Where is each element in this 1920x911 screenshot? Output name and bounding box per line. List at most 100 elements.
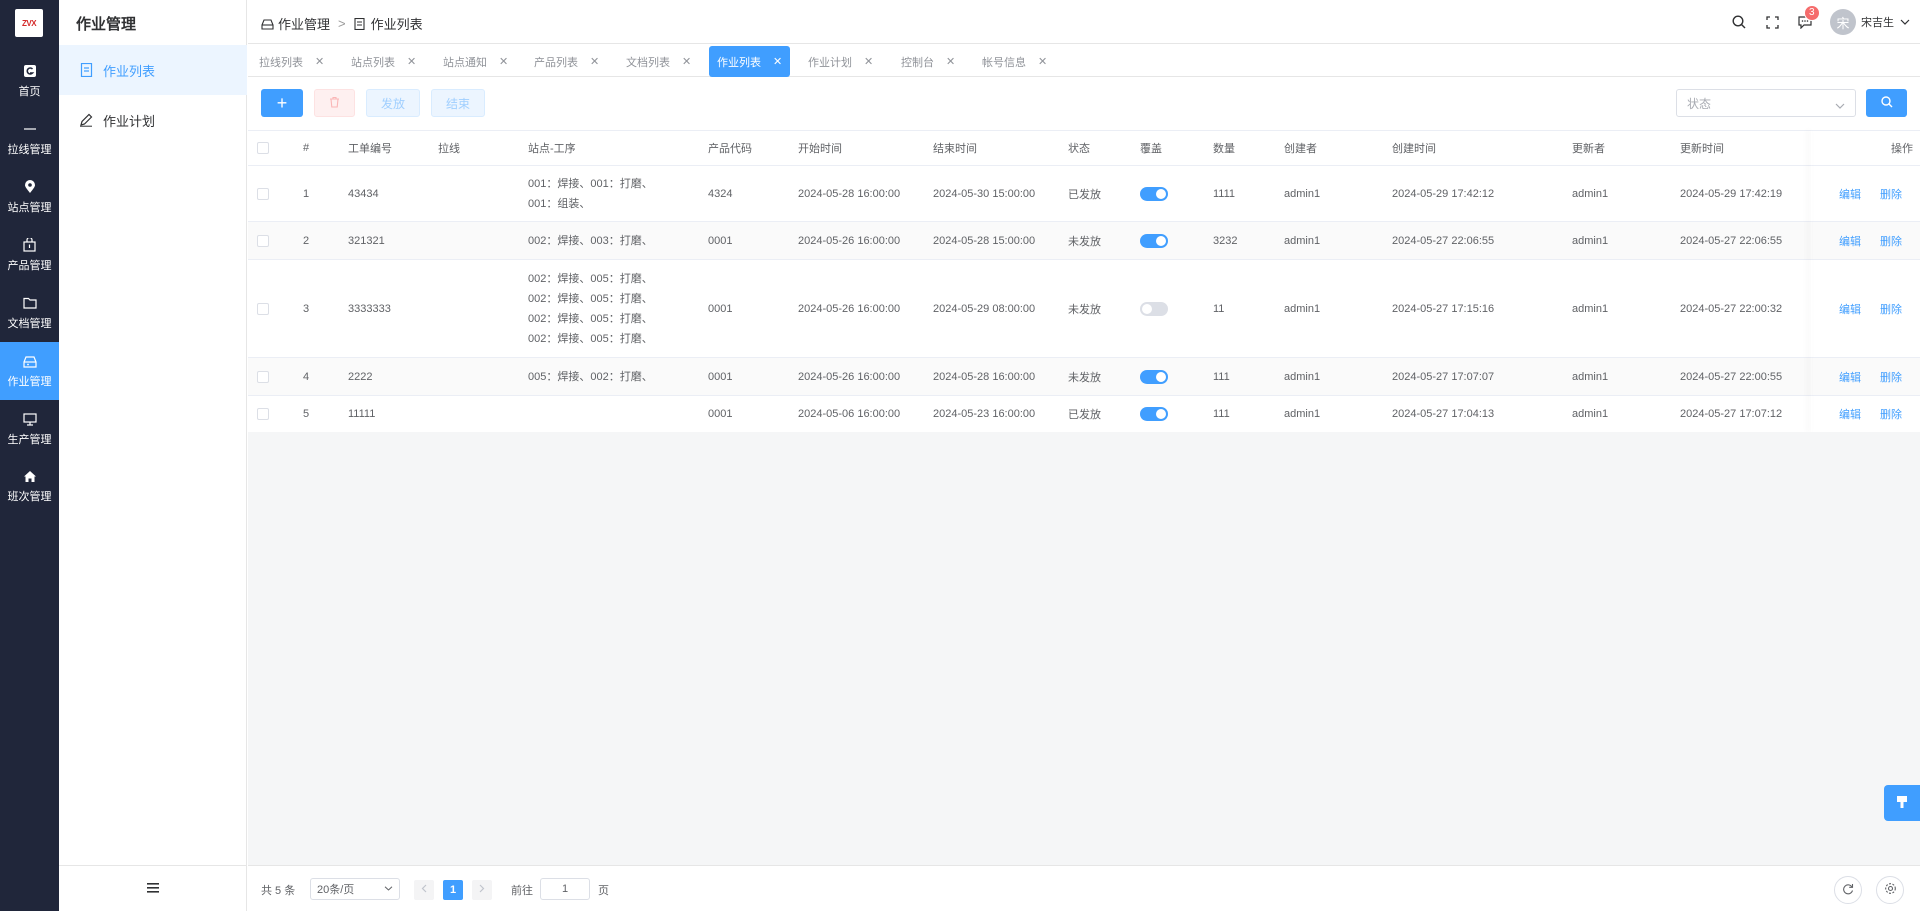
search-button[interactable] [1866, 89, 1907, 117]
chevron-down-icon [1835, 98, 1845, 112]
rail-item-document[interactable]: 文档管理 [0, 284, 59, 342]
goto-page-input[interactable]: 1 [540, 878, 590, 900]
tab-7[interactable]: 作业计划 ✕ [808, 46, 873, 77]
close-icon[interactable]: ✕ [407, 55, 416, 68]
select-all-checkbox[interactable] [257, 142, 269, 154]
tab-5[interactable]: 文档列表 ✕ [626, 46, 691, 77]
rail-item-production[interactable]: 生产管理 [0, 400, 59, 458]
settings-button[interactable] [1876, 876, 1904, 904]
page-number-current[interactable]: 1 [443, 880, 463, 900]
row-checkbox[interactable] [257, 302, 269, 315]
close-icon[interactable]: ✕ [682, 55, 691, 68]
table-row[interactable]: 3 3333333 002：焊接、005：打磨、 002：焊接、005：打磨、 002：… [248, 260, 1920, 358]
row-checkbox[interactable] [257, 187, 269, 200]
cell-status: 已发放 [1068, 409, 1101, 421]
tab-label: 产品列表 [534, 56, 578, 69]
document-icon [354, 17, 367, 30]
user-name[interactable]: 宋吉生 [1861, 14, 1894, 30]
tab-1[interactable]: 拉线列表 ✕ [259, 46, 324, 77]
close-icon[interactable]: ✕ [590, 55, 599, 68]
edit-link[interactable]: 编辑 [1839, 358, 1861, 395]
chevron-down-icon[interactable] [1900, 19, 1910, 25]
tab-4[interactable]: 产品列表 ✕ [534, 46, 599, 77]
table-row[interactable]: 2 321321 002：焊接、003：打磨、 0001 2024-05-26 16:0… [248, 222, 1920, 260]
cover-toggle[interactable] [1140, 186, 1168, 201]
fullscreen-icon[interactable] [1764, 14, 1780, 30]
subitem-job-list[interactable]: 作业列表 [59, 45, 247, 95]
rail-item-job[interactable]: 作业管理 [0, 342, 59, 400]
tab-3[interactable]: 站点通知 ✕ [443, 46, 508, 77]
status-select[interactable]: 状态 [1676, 89, 1856, 117]
rail-item-shift[interactable]: 班次管理 [0, 457, 59, 515]
tab-2[interactable]: 站点列表 ✕ [351, 46, 416, 77]
cell-start-time: 2024-05-28 16:00:00 [798, 187, 901, 200]
add-button[interactable]: + [261, 89, 303, 117]
cell-updated-time: 2024-05-27 22:06:55 [1680, 234, 1783, 247]
breadcrumb-item[interactable]: 作业管理 [278, 14, 330, 33]
rail-item-label: 作业管理 [7, 376, 52, 388]
close-icon[interactable]: ✕ [315, 55, 324, 68]
cell-product-code: 0001 [708, 234, 733, 247]
cell-quantity: 11 [1213, 302, 1225, 315]
float-action-button[interactable] [1884, 785, 1920, 821]
avatar[interactable]: 宋 [1830, 9, 1856, 35]
delete-link[interactable]: 删除 [1880, 166, 1902, 221]
prev-page-button[interactable] [414, 880, 434, 900]
brand-logo[interactable]: ZVX [15, 9, 43, 37]
table-row[interactable]: 4 2222 005：焊接、002：打磨、 0001 2024-05-26 16:00:… [248, 358, 1920, 396]
row-checkbox[interactable] [257, 408, 269, 420]
cell-updater: admin1 [1572, 187, 1609, 200]
location-icon [22, 179, 38, 195]
message-icon[interactable]: 3 [1797, 5, 1820, 30]
delete-button[interactable] [314, 89, 355, 117]
row-checkbox[interactable] [257, 234, 269, 247]
cover-toggle[interactable] [1140, 233, 1168, 248]
tab-8[interactable]: 控制台 ✕ [901, 46, 955, 77]
cover-toggle[interactable] [1140, 369, 1168, 384]
cell-creator: admin1 [1284, 370, 1321, 383]
close-icon[interactable]: ✕ [499, 55, 508, 68]
edit-link[interactable]: 编辑 [1839, 222, 1861, 259]
row-checkbox-cell [257, 396, 269, 432]
rail-item-station[interactable]: 站点管理 [0, 168, 59, 226]
page-size-value: 20条/页 [317, 884, 355, 896]
delete-link[interactable]: 删除 [1880, 260, 1902, 357]
table-row[interactable]: 5 11111 0001 2024-05-06 16:00:00 2024-05-23 … [248, 396, 1920, 433]
column-header: 操作 [1891, 143, 1913, 155]
monitor-icon [22, 411, 38, 427]
folder-icon [22, 295, 38, 311]
table-empty-area [248, 432, 1920, 865]
delete-link[interactable]: 删除 [1880, 358, 1902, 395]
row-checkbox[interactable] [257, 370, 269, 383]
table-row[interactable]: 1 43434 001：焊接、001：打磨、 001：组装、 4324 2024-05-2… [248, 166, 1920, 222]
publish-button[interactable]: 发放 [366, 89, 420, 117]
tab-label: 帐号信息 [982, 56, 1026, 69]
refresh-button[interactable] [1834, 876, 1862, 904]
chevron-left-icon [421, 884, 427, 896]
edit-link[interactable]: 编辑 [1839, 396, 1861, 432]
cell-end-time: 2024-05-23 16:00:00 [933, 408, 1036, 420]
rail-item-home[interactable]: 首页 [0, 52, 59, 110]
cover-toggle[interactable] [1140, 301, 1168, 316]
rail-item-line[interactable]: 拉线管理 [0, 110, 59, 168]
cell-order-no: 3333333 [348, 302, 391, 315]
cover-toggle[interactable] [1140, 407, 1168, 421]
delete-link[interactable]: 删除 [1880, 396, 1902, 432]
close-icon[interactable]: ✕ [1038, 55, 1047, 68]
subitem-job-plan[interactable]: 作业计划 [59, 95, 247, 145]
subitem-label: 作业列表 [103, 63, 156, 79]
tab-6[interactable]: 作业列表 ✕ [709, 46, 791, 77]
page-size-select[interactable]: 20条/页 [310, 878, 400, 900]
search-icon[interactable] [1731, 14, 1747, 30]
close-icon[interactable]: ✕ [773, 55, 782, 68]
tab-9[interactable]: 帐号信息 ✕ [982, 46, 1047, 77]
close-icon[interactable]: ✕ [864, 55, 873, 68]
close-icon[interactable]: ✕ [946, 55, 955, 68]
next-page-button[interactable] [472, 880, 492, 900]
delete-link[interactable]: 删除 [1880, 222, 1902, 259]
edit-link[interactable]: 编辑 [1839, 166, 1861, 221]
rail-item-product[interactable]: 产品管理 [0, 226, 59, 284]
edit-link[interactable]: 编辑 [1839, 260, 1861, 357]
collapse-sidebar-button[interactable] [59, 865, 247, 911]
finish-button[interactable]: 结束 [431, 89, 485, 117]
